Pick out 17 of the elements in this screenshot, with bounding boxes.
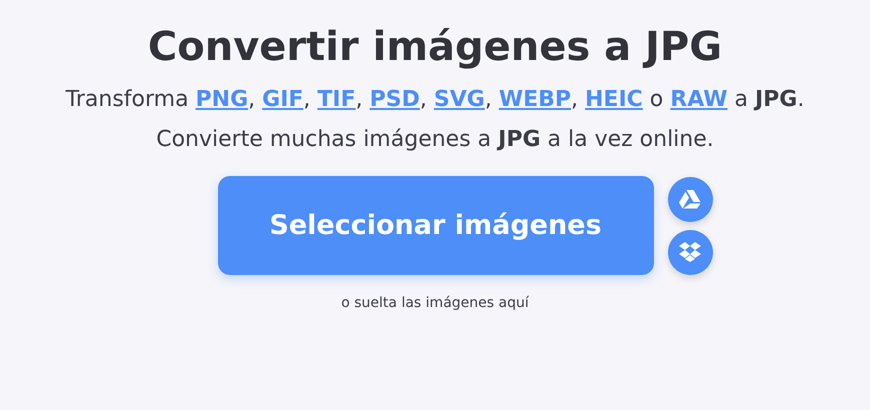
- select-images-button[interactable]: Seleccionar imágenes: [218, 176, 654, 275]
- format-link[interactable]: SVG: [434, 87, 485, 112]
- drive-button[interactable]: [668, 176, 712, 222]
- subtitle-text: Transforma PNG, GIF, TIF, PSD, SVG, WEBP, HEIC o RAW a JPG.: [66, 86, 804, 114]
- format-link[interactable]: WEBP: [498, 87, 572, 112]
- box-logo-icon: [679, 242, 701, 262]
- format-link[interactable]: HEIC: [585, 87, 643, 112]
- page-title: Convertir imágenes a JPG: [148, 24, 722, 70]
- triangle-logo-icon: [679, 189, 701, 209]
- format-link[interactable]: RAW: [670, 87, 728, 112]
- format-link[interactable]: GIF: [262, 87, 304, 112]
- dropbox-button[interactable]: [668, 230, 712, 274]
- format-link[interactable]: TIF: [317, 87, 356, 112]
- format-link[interactable]: PSD: [370, 87, 420, 112]
- format-link[interactable]: PNG: [196, 87, 248, 112]
- drop-hint-text: o suelta las imágenes aquí: [341, 295, 529, 311]
- subtitle-text: Convierte muchas imágenes a JPG a la vez online.: [156, 126, 714, 154]
